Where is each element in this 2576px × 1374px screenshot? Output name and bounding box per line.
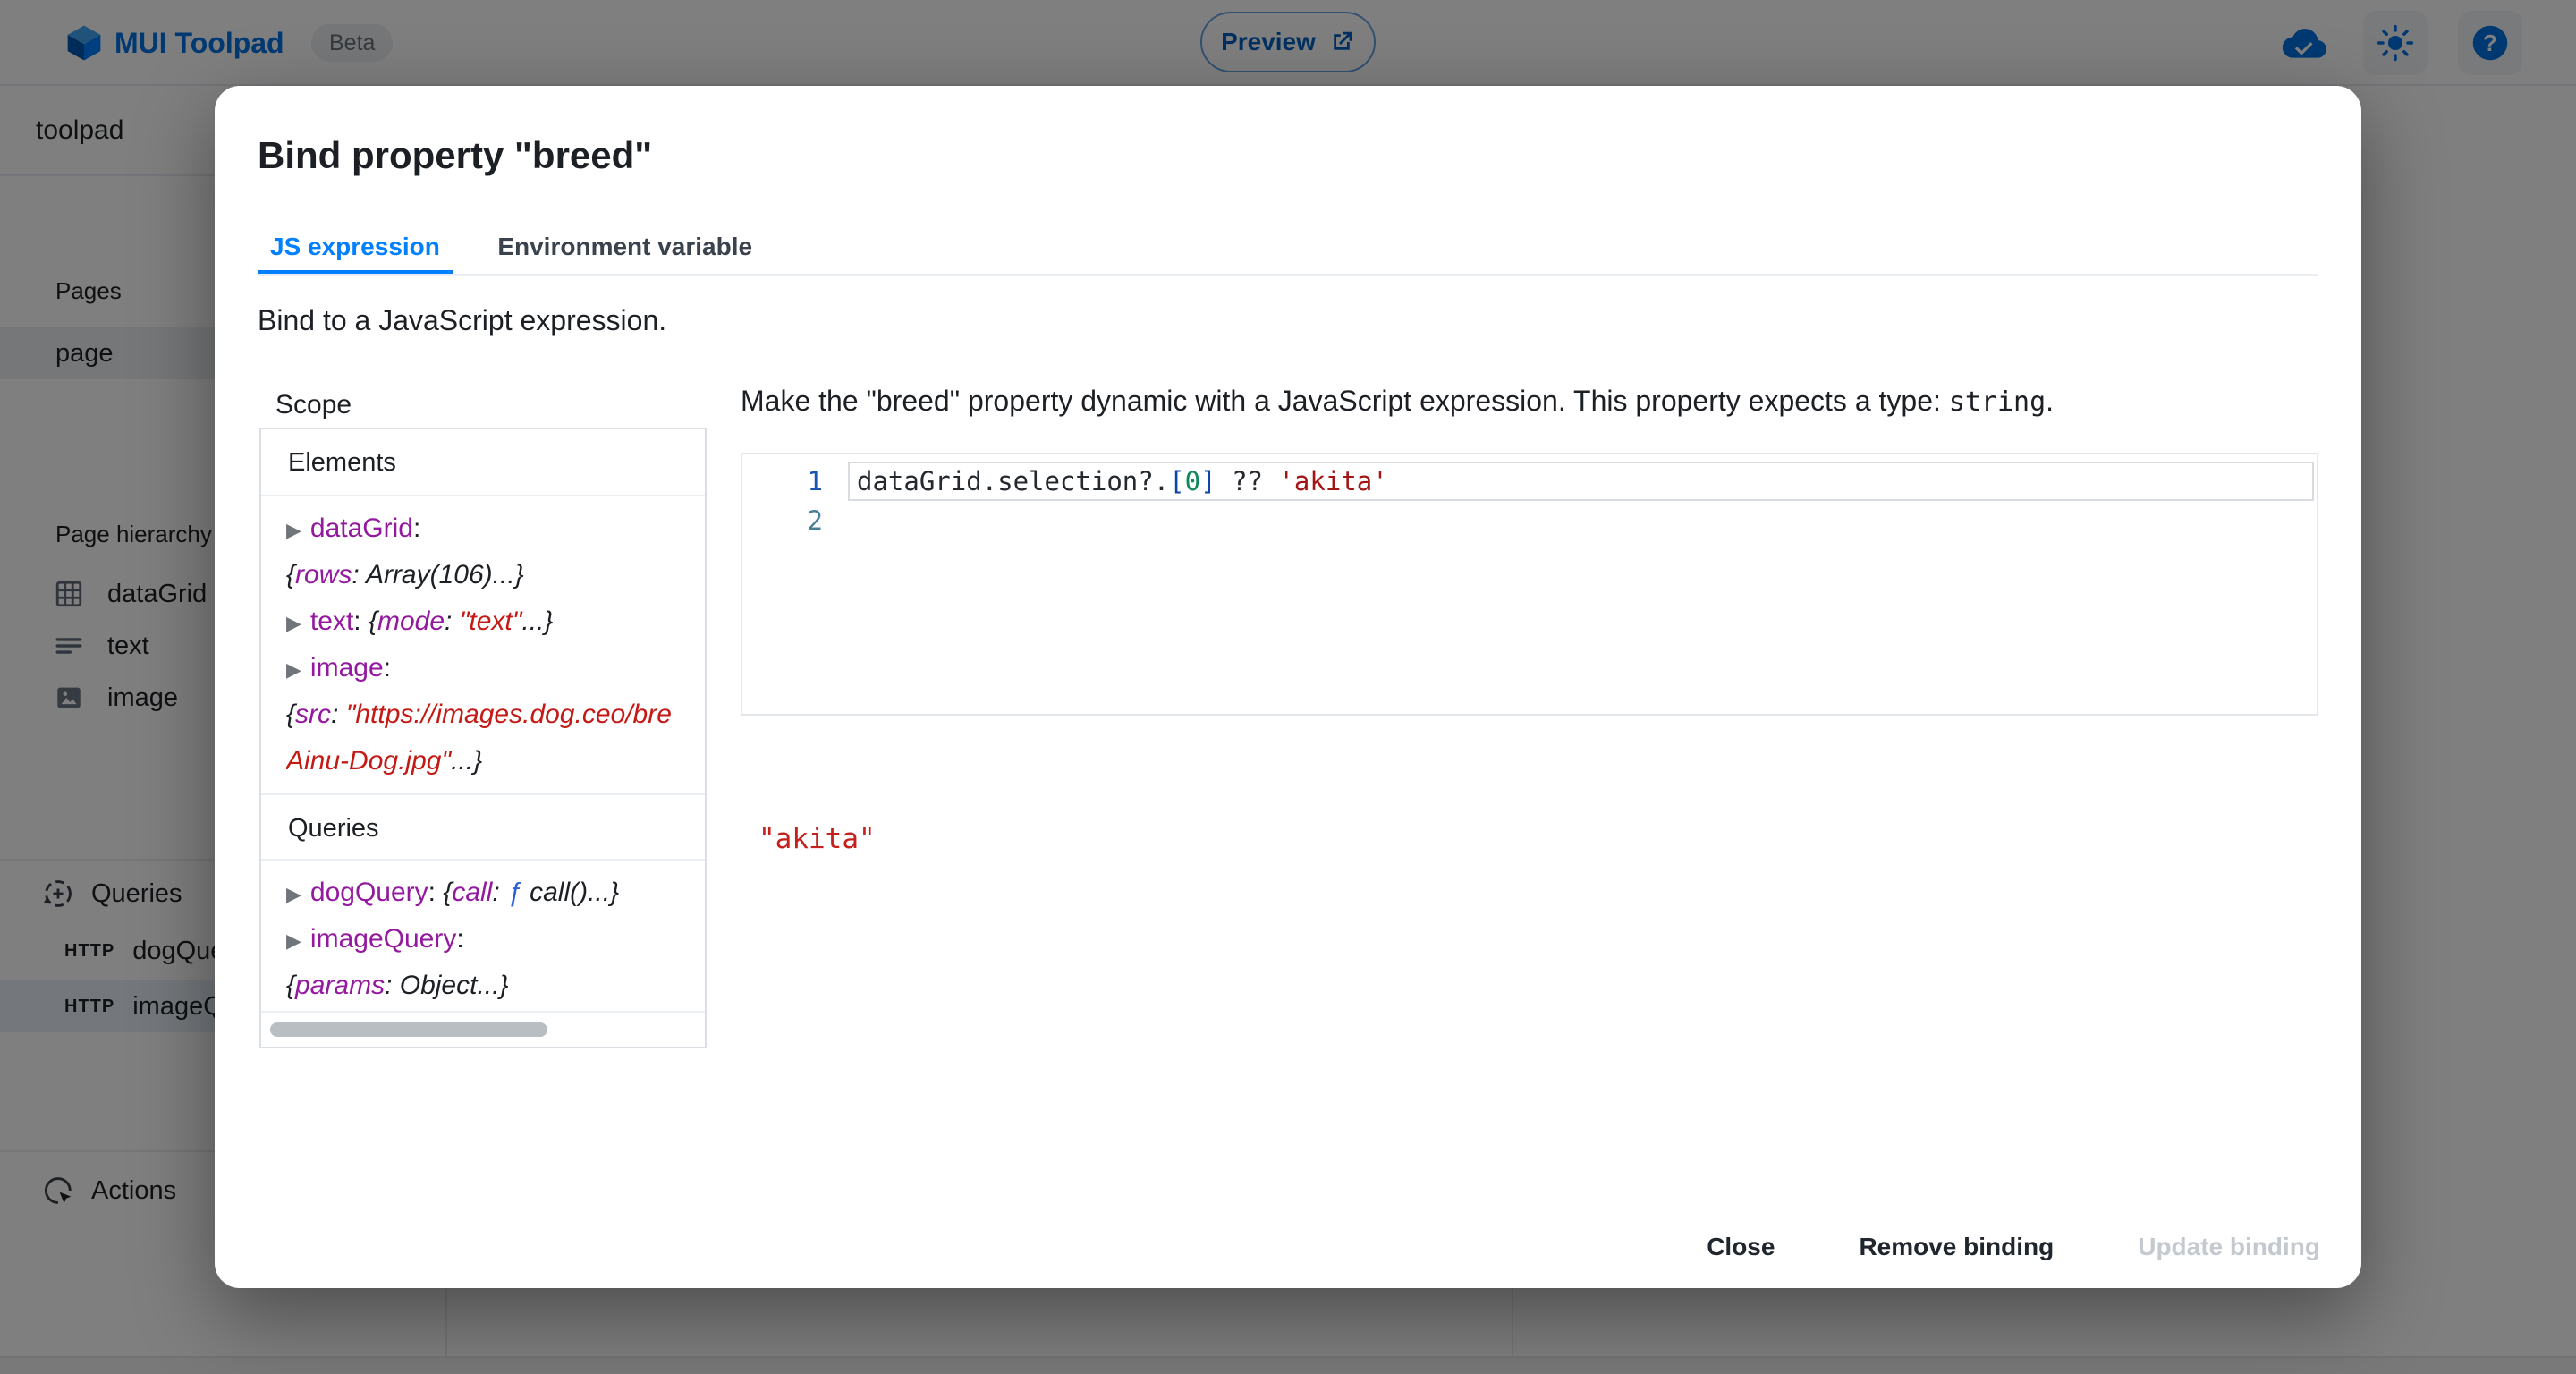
line-number: 1 (742, 462, 823, 501)
scope-tree-line[interactable]: ▶image: (286, 645, 701, 691)
scope-elements-header: Elements (261, 429, 705, 496)
scope-tree-line[interactable]: ▶dataGrid: (286, 505, 701, 552)
line-number: 2 (742, 501, 823, 540)
scope-tree-line[interactable]: ▶imageQuery: (286, 916, 701, 963)
dialog-title: Bind property "breed" (258, 134, 652, 177)
binding-hint-text: Make the "breed" property dynamic with a… (741, 385, 1949, 417)
binding-hint-type: string (1949, 386, 2046, 418)
scope-elements-tree: ▶dataGrid: {rows: Array(106)...} ▶text: … (261, 496, 705, 793)
scope-tree-line: {params: Object...} (286, 963, 701, 1009)
scope-tree-line: {src: "https://images.dog.ceo/bre (286, 691, 701, 738)
scope-tree-line[interactable]: ▶text: {mode: "text"...} (286, 598, 701, 645)
scope-tree-line: {rows: Array(106)...} (286, 552, 701, 598)
scope-panel: Elements ▶dataGrid: {rows: Array(106)...… (259, 428, 707, 1048)
scope-scrollbar-track (261, 1011, 705, 1047)
scope-horizontal-scrollbar[interactable] (270, 1022, 547, 1037)
dialog-footer: Close Remove binding Update binding (1690, 1220, 2336, 1274)
scope-tree-line: Ainu-Dog.jpg"...} (286, 738, 701, 785)
dialog-tabs: JS expression Environment variable (258, 216, 2318, 276)
update-binding-button[interactable]: Update binding (2122, 1220, 2336, 1274)
tab-js-expression[interactable]: JS expression (258, 216, 453, 274)
close-button[interactable]: Close (1690, 1220, 1791, 1274)
binding-hint: Make the "breed" property dynamic with a… (741, 385, 2315, 418)
result-preview: "akita" (758, 823, 876, 855)
scope-label: Scope (275, 390, 352, 420)
tab-environment-variable[interactable]: Environment variable (485, 216, 765, 274)
scope-tree-line[interactable]: ▶dogQuery: {call: ƒ call()...} (286, 869, 701, 916)
scope-queries-tree: ▶dogQuery: {call: ƒ call()...} ▶imageQue… (261, 861, 705, 1018)
dialog-description: Bind to a JavaScript expression. (258, 304, 666, 337)
code-line[interactable]: dataGrid.selection?.[0] ?? 'akita' (857, 462, 1388, 502)
remove-binding-button[interactable]: Remove binding (1843, 1220, 2070, 1274)
bind-property-dialog: Bind property "breed" JS expression Envi… (215, 86, 2361, 1288)
scope-queries-header: Queries (261, 793, 705, 861)
code-editor[interactable]: 1 2 dataGrid.selection?.[0] ?? 'akita' (741, 453, 2318, 716)
binding-hint-period: . (2046, 385, 2054, 417)
